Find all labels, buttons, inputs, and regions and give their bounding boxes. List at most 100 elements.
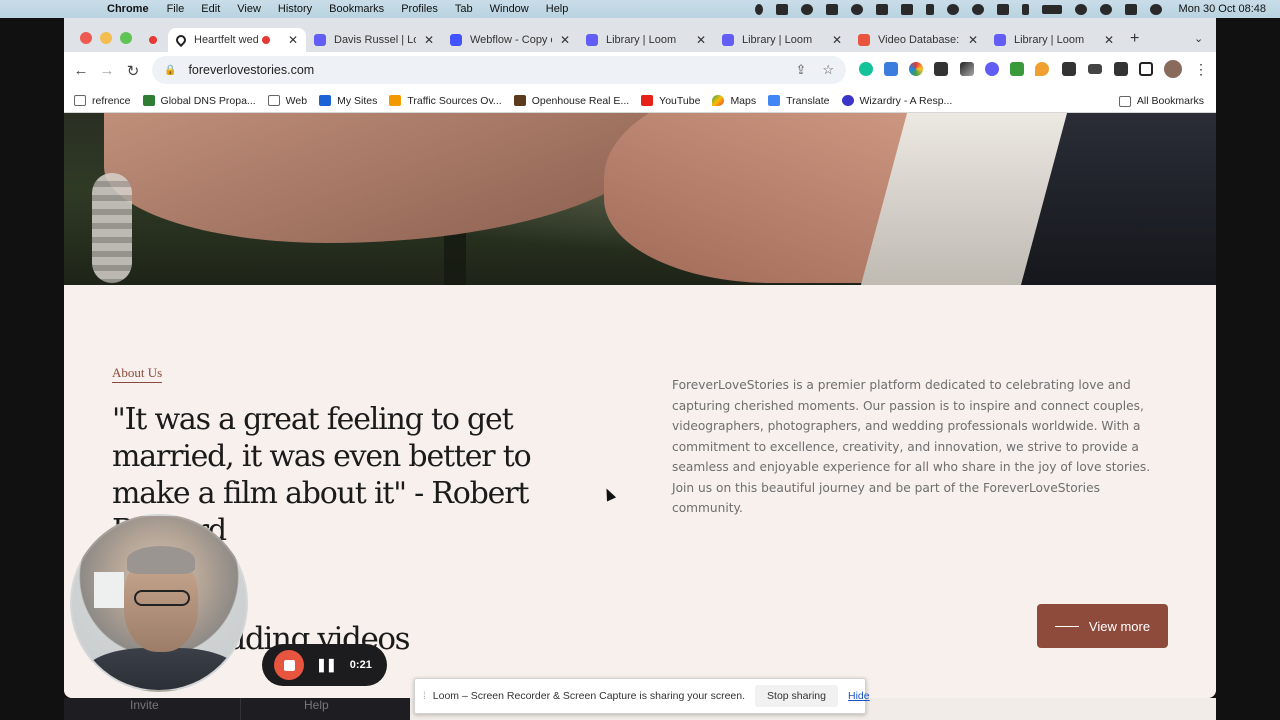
battery-status-icon[interactable]: [925, 3, 934, 15]
invite-button[interactable]: Invite: [130, 698, 159, 712]
close-tab-icon[interactable]: ✕: [560, 33, 570, 47]
bluetooth-icon[interactable]: [1021, 3, 1029, 15]
bookmark-star-icon[interactable]: ☆: [822, 62, 834, 78]
menu-tab[interactable]: Tab: [455, 3, 473, 15]
loom-extension-icon[interactable]: [985, 62, 999, 76]
folder-icon: [74, 95, 86, 106]
settings-status-icon[interactable]: [800, 3, 813, 15]
help-button[interactable]: Help: [304, 698, 329, 712]
maximize-window-button[interactable]: [120, 32, 132, 44]
youtube-icon: [641, 95, 654, 106]
status-icons: Mon 30 Oct 08:48: [754, 0, 1280, 18]
close-tab-icon[interactable]: ✕: [832, 33, 842, 47]
bookmark-youtube[interactable]: YouTube: [641, 95, 700, 107]
tab-recording-icon: [262, 36, 270, 44]
back-button[interactable]: ←: [68, 62, 94, 79]
view-more-label: View more: [1088, 618, 1151, 634]
close-window-button[interactable]: [80, 32, 92, 44]
bookmark-translate[interactable]: Translate: [768, 95, 830, 107]
reading-list-icon[interactable]: [1088, 64, 1102, 74]
app-status-icon[interactable]: [825, 3, 838, 15]
search-icon[interactable]: [1099, 3, 1112, 15]
bw-extension-icon[interactable]: [1010, 62, 1024, 76]
tab-heartfelt[interactable]: Heartfelt wed ✕: [168, 28, 306, 52]
chrome-extension-icon[interactable]: [909, 62, 923, 76]
tab-title: Video Database: V: [878, 34, 960, 46]
view-more-button[interactable]: View more: [1037, 604, 1168, 648]
stop-recording-button[interactable]: [274, 650, 304, 680]
control-center-icon[interactable]: [1124, 3, 1137, 15]
url-text[interactable]: foreverlovestories.com: [188, 63, 314, 77]
tab-davis-russel[interactable]: Davis Russel | Loo ✕: [306, 28, 442, 52]
siri-icon[interactable]: [1149, 3, 1162, 15]
profile-avatar[interactable]: [1164, 60, 1182, 78]
reload-button[interactable]: ↻: [120, 62, 146, 80]
stop-sharing-button[interactable]: Stop sharing: [755, 685, 838, 707]
bookmark-maps[interactable]: Maps: [712, 95, 756, 107]
tab-search-icon[interactable]: ⌄: [1194, 32, 1203, 45]
new-tab-button[interactable]: +: [1130, 30, 1139, 48]
close-tab-icon[interactable]: ✕: [288, 33, 298, 47]
screen-sharing-bar: ⁞ Loom – Screen Recorder & Screen Captur…: [414, 678, 870, 714]
menu-profiles[interactable]: Profiles: [401, 3, 438, 15]
puzzle-extensions-icon[interactable]: [1062, 62, 1076, 76]
menu-history[interactable]: History: [278, 3, 312, 15]
bookmark-refrence[interactable]: refrence: [74, 95, 131, 107]
fonts-extension-icon[interactable]: [934, 62, 948, 76]
menu-help[interactable]: Help: [546, 3, 569, 15]
forward-button[interactable]: →: [94, 62, 120, 79]
close-tab-icon[interactable]: ✕: [696, 33, 706, 47]
text-status-icon[interactable]: [996, 3, 1009, 15]
bookmark-openhouse[interactable]: Openhouse Real E...: [513, 94, 630, 107]
menu-bookmarks[interactable]: Bookmarks: [329, 3, 384, 15]
office-status-icon[interactable]: [875, 3, 888, 15]
close-tab-icon[interactable]: ✕: [424, 33, 434, 47]
house-icon: [513, 95, 526, 106]
minimize-window-button[interactable]: [100, 32, 112, 44]
bookmark-web[interactable]: Web: [267, 95, 307, 107]
play-status-icon[interactable]: [971, 3, 984, 15]
about-us-label[interactable]: About Us: [112, 365, 163, 383]
menu-file[interactable]: File: [167, 3, 185, 15]
tab-library-loom-2[interactable]: Library | Loom ✕: [714, 28, 850, 52]
bookmark-traffic-sources[interactable]: Traffic Sources Ov...: [389, 95, 502, 107]
app-name[interactable]: Chrome: [107, 3, 149, 15]
battery-icon[interactable]: [1041, 4, 1062, 14]
share-icon[interactable]: ⇪: [795, 62, 806, 78]
bookmark-label: Openhouse Real E...: [531, 94, 630, 107]
all-bookmarks[interactable]: All Bookmarks: [1118, 95, 1204, 107]
wifi-icon[interactable]: [1074, 3, 1087, 15]
honey-extension-icon[interactable]: [1035, 62, 1049, 76]
clock[interactable]: Mon 30 Oct 08:48: [1179, 3, 1266, 15]
menu-window[interactable]: Window: [490, 3, 529, 15]
bookmark-global-dns[interactable]: Global DNS Propa...: [142, 95, 256, 107]
grammarly-extension-icon[interactable]: [859, 62, 873, 76]
menu-view[interactable]: View: [237, 3, 261, 15]
side-panel-icon[interactable]: [1139, 62, 1153, 76]
download-icon[interactable]: [1114, 62, 1128, 76]
close-tab-icon[interactable]: ✕: [1104, 33, 1114, 47]
screenshot-extension-icon[interactable]: [960, 62, 974, 76]
tab-video-database[interactable]: Video Database: V ✕: [850, 28, 986, 52]
menu-edit[interactable]: Edit: [201, 3, 220, 15]
openai-status-icon[interactable]: [946, 3, 959, 15]
bookmark-wizardry[interactable]: Wizardry - A Resp...: [841, 95, 952, 107]
microphone-icon[interactable]: [754, 3, 763, 15]
menu-kebab-icon[interactable]: ⋮: [1194, 61, 1208, 78]
drag-handle-icon[interactable]: ⁞: [423, 691, 426, 702]
tab-library-loom-1[interactable]: Library | Loom ✕: [578, 28, 714, 52]
bookmark-my-sites[interactable]: My Sites: [319, 95, 377, 107]
grammarly-status-icon[interactable]: [775, 3, 788, 15]
camera-status-icon[interactable]: [900, 3, 913, 15]
tab-library-loom-3[interactable]: Library | Loom ✕: [986, 28, 1122, 52]
close-tab-icon[interactable]: ✕: [968, 33, 978, 47]
word-extension-icon[interactable]: [884, 62, 898, 76]
hide-link[interactable]: Hide: [848, 690, 870, 702]
loom-camera-bubble[interactable]: [70, 514, 248, 692]
tab-webflow[interactable]: Webflow - Copy o ✕: [442, 28, 578, 52]
lock-icon[interactable]: 🔒: [164, 65, 176, 76]
address-bar[interactable]: 🔒 foreverlovestories.com ⇪ ☆: [152, 56, 846, 84]
video-database-icon: [858, 34, 870, 46]
pause-button[interactable]: ❚❚: [316, 657, 337, 673]
share-status-icon[interactable]: [850, 3, 863, 15]
